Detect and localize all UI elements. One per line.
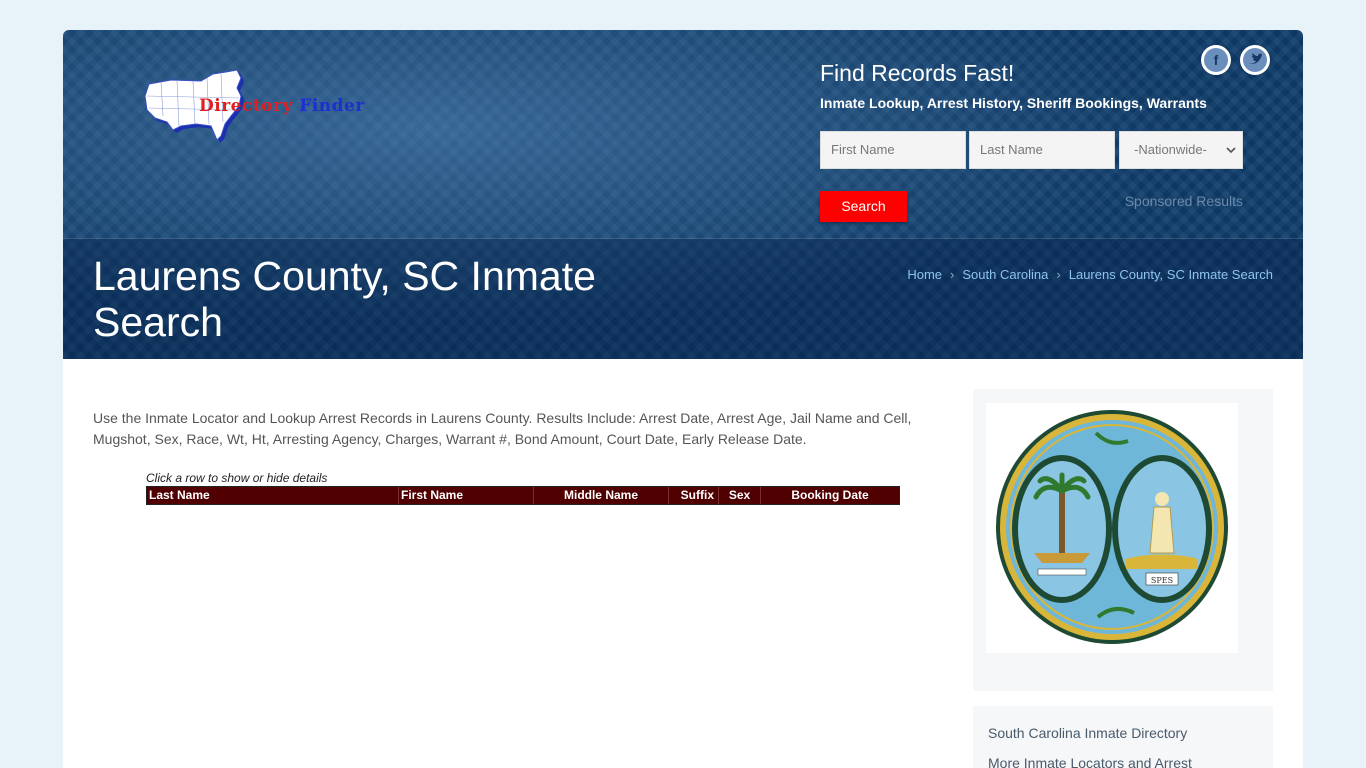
breadcrumb: Home › South Carolina › Laurens County, SC I… xyxy=(907,267,1273,282)
facebook-icon: f xyxy=(1204,48,1228,72)
breadcrumb-current[interactable]: Laurens County, SC Inmate Search xyxy=(1069,267,1273,282)
facebook-button[interactable]: f xyxy=(1201,45,1231,75)
column-sex[interactable]: Sex xyxy=(719,487,761,504)
results-table-header: Last Name First Name Middle Name Suffix … xyxy=(146,486,900,505)
last-name-input[interactable]: Last Name xyxy=(969,131,1115,169)
sidebar-links: South Carolina Inmate Directory More Inm… xyxy=(973,706,1273,768)
twitter-button[interactable] xyxy=(1240,45,1270,75)
logo-word-directory: Directory xyxy=(199,96,293,116)
sidebar-link-more-locators[interactable]: More Inmate Locators and Arrest xyxy=(988,748,1258,768)
region-select[interactable]: -Nationwide- xyxy=(1119,131,1243,169)
breadcrumb-state[interactable]: South Carolina xyxy=(962,267,1048,282)
column-last-name[interactable]: Last Name xyxy=(147,487,399,504)
results-hint: Click a row to show or hide details xyxy=(146,471,328,485)
column-booking-date[interactable]: Booking Date xyxy=(761,487,899,504)
seal-spes-text: SPES xyxy=(1151,576,1173,585)
intro-text: Use the Inmate Locator and Lookup Arrest… xyxy=(93,410,912,447)
twitter-icon xyxy=(1243,48,1267,72)
sponsored-results-label: Sponsored Results xyxy=(1124,193,1243,209)
sidebar-link-state-directory[interactable]: South Carolina Inmate Directory xyxy=(988,718,1258,748)
south-carolina-seal-icon: SPES xyxy=(996,410,1228,644)
state-seal-widget: SPES xyxy=(973,389,1273,691)
column-suffix[interactable]: Suffix xyxy=(669,487,719,504)
breadcrumb-chevron-icon: › xyxy=(950,267,955,282)
state-seal-image: SPES xyxy=(986,403,1238,653)
breadcrumb-chevron-icon: › xyxy=(1056,267,1061,282)
chevron-down-icon xyxy=(1226,132,1236,183)
breadcrumb-home[interactable]: Home xyxy=(907,267,942,282)
search-subtitle: Inmate Lookup, Arrest History, Sheriff B… xyxy=(820,95,1207,111)
logo-word-finder: Finder xyxy=(299,96,365,116)
region-select-value: -Nationwide- xyxy=(1134,142,1207,157)
column-first-name[interactable]: First Name xyxy=(399,487,534,504)
search-button[interactable]: Search xyxy=(820,191,907,222)
site-logo[interactable]: Directory Finder xyxy=(141,66,381,146)
first-name-input[interactable]: First Name xyxy=(820,131,966,169)
site-header: Directory Finder f Find Records Fast! In… xyxy=(63,30,1303,359)
page-container: Directory Finder f Find Records Fast! In… xyxy=(63,30,1303,768)
search-title: Find Records Fast! xyxy=(820,60,1015,86)
logo-wordmark: Directory Finder xyxy=(199,96,365,116)
page-title: Laurens County, SC Inmate Search xyxy=(93,253,596,345)
column-middle-name[interactable]: Middle Name xyxy=(534,487,669,504)
